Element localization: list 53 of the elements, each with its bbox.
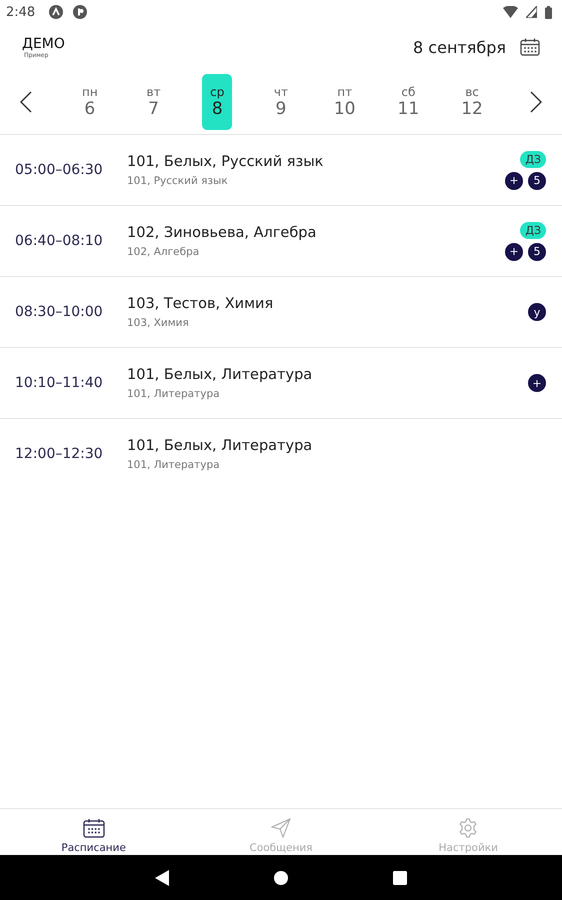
mark-badge: + xyxy=(528,374,546,392)
lesson-subtitle: 101, Литература xyxy=(127,458,221,470)
app-title: ДЕМО xyxy=(22,36,66,52)
previous-week-icon[interactable] xyxy=(20,91,32,113)
battery-icon xyxy=(545,6,552,18)
status-time: 2:48 xyxy=(6,4,36,20)
lesson-title: 101, Белых, Литература xyxy=(127,366,314,382)
lesson-time: 05:00–06:30 xyxy=(15,162,104,178)
lesson-title: 101, Белых, Литература xyxy=(127,438,314,454)
mark-badge: + xyxy=(505,242,523,260)
mark-badge: 5 xyxy=(528,172,546,190)
recents-icon[interactable] xyxy=(393,870,407,884)
homework-tag: ДЗ xyxy=(520,150,546,168)
calendar-icon xyxy=(82,818,105,838)
next-week-icon[interactable] xyxy=(530,91,542,113)
lesson-row[interactable]: 10:10–11:40 101, Белых, Литература 101, Литература + xyxy=(0,348,562,419)
day-tab[interactable]: чт 9 xyxy=(266,74,296,130)
nav-tab[interactable]: Расписание xyxy=(0,809,188,855)
lesson-time: 08:30–10:00 xyxy=(15,304,104,320)
notification-icon xyxy=(73,5,88,19)
date-title: 8 сентября xyxy=(413,38,506,56)
lesson-time: 06:40–08:10 xyxy=(15,233,104,249)
lesson-row[interactable]: 06:40–08:10 102, Зиновьева, Алгебра 102, Алгебра ДЗ + 5 xyxy=(0,206,562,277)
mark-badge: у xyxy=(528,303,546,321)
day-tab[interactable]: сб 11 xyxy=(393,74,424,130)
mark-badge: 5 xyxy=(528,242,546,260)
lesson-subtitle: 102, Алгебра xyxy=(127,246,200,258)
mark-badge: + xyxy=(505,172,523,190)
day-tab[interactable]: пн 6 xyxy=(74,74,105,130)
lesson-subtitle: 101, Литература xyxy=(127,388,221,400)
day-tab[interactable]: пт 10 xyxy=(330,74,360,130)
lesson-row[interactable]: 12:00–12:30 101, Белых, Литература 101, Литература xyxy=(0,419,562,489)
lesson-time: 12:00–12:30 xyxy=(15,446,104,462)
notification-icon xyxy=(49,5,64,19)
lesson-time: 10:10–11:40 xyxy=(15,375,104,391)
lesson-subtitle: 103, Химия xyxy=(127,316,190,328)
home-icon[interactable] xyxy=(274,870,288,884)
day-tab[interactable]: вт 7 xyxy=(138,74,169,130)
lesson-title: 102, Зиновьева, Алгебра xyxy=(127,224,318,240)
homework-tag: ДЗ xyxy=(520,222,546,238)
lesson-subtitle: 101, Русский язык xyxy=(127,174,229,186)
day-tab[interactable]: ср 8 xyxy=(202,74,232,130)
settings-icon xyxy=(458,818,478,838)
signal-icon xyxy=(526,6,537,18)
wifi-icon xyxy=(503,6,518,18)
lesson-title: 101, Белых, Русский язык xyxy=(127,154,324,170)
paper-plane-icon xyxy=(270,818,291,838)
back-icon[interactable] xyxy=(155,870,169,886)
day-tab[interactable]: вс 12 xyxy=(457,74,488,130)
lesson-row[interactable]: 05:00–06:30 101, Белых, Русский язык 101, Русский язык ДЗ + 5 xyxy=(0,135,562,206)
lesson-title: 103, Тестов, Химия xyxy=(127,296,274,312)
lesson-row[interactable]: 08:30–10:00 103, Тестов, Химия 103, Химия у xyxy=(0,277,562,348)
calendar-icon[interactable] xyxy=(520,38,540,56)
